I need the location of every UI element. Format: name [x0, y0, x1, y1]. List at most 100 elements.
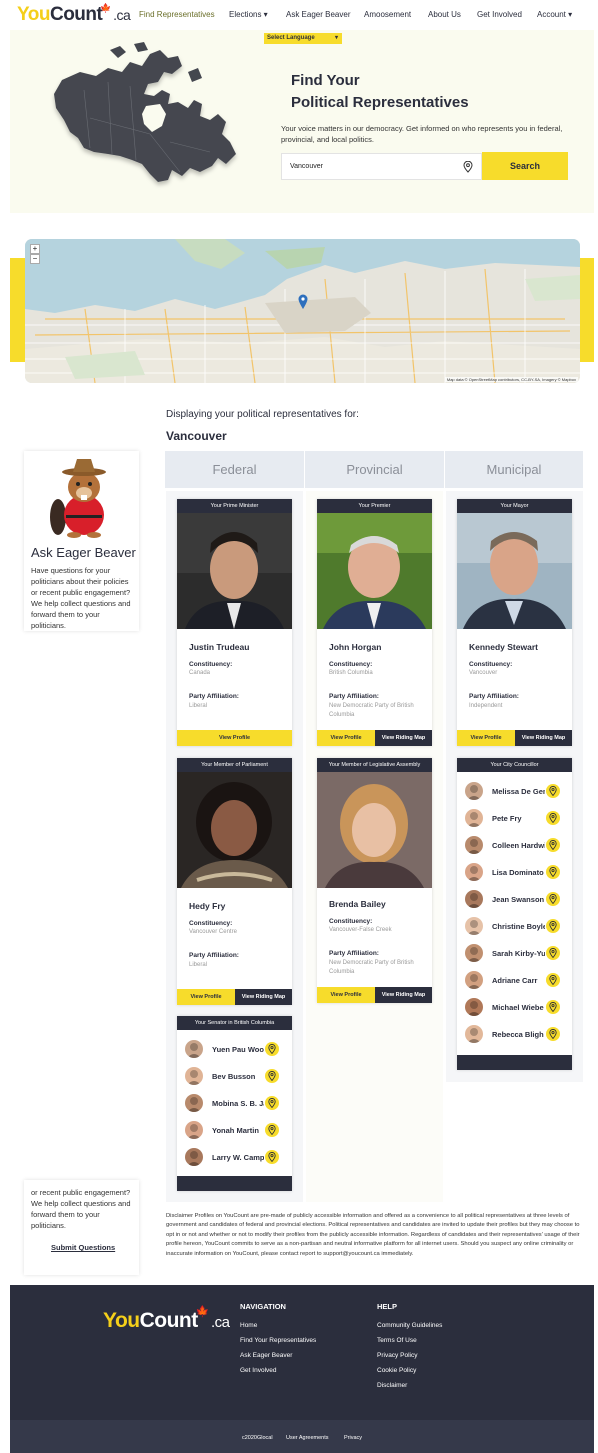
nav-get-involved[interactable]: Get Involved	[477, 10, 522, 19]
list-item[interactable]: Bev Busson	[177, 1063, 292, 1090]
avatar	[185, 1067, 203, 1085]
rep-name[interactable]: Rebecca Bligh	[492, 1030, 545, 1039]
list-item[interactable]: Michael Wiebe	[457, 994, 572, 1021]
location-pin-icon[interactable]	[546, 1027, 560, 1041]
footer-link-privacy-policy[interactable]: Privacy Policy	[377, 1352, 417, 1359]
rep-name[interactable]: Kennedy Stewart	[469, 642, 538, 652]
list-item[interactable]: Rebecca Bligh	[457, 1021, 572, 1048]
rep-photo[interactable]	[317, 772, 432, 888]
list-item[interactable]: Colleen Hardwick	[457, 832, 572, 859]
rep-name[interactable]: Hedy Fry	[189, 901, 225, 911]
rep-name[interactable]: Sarah Kirby-Yung	[492, 949, 545, 958]
footer-link-get-involved[interactable]: Get Involved	[240, 1367, 277, 1374]
footer-link-user-agreements[interactable]: User Agreements	[286, 1435, 329, 1441]
search-input[interactable]: Vancouver	[281, 153, 482, 180]
location-pin-icon[interactable]	[265, 1096, 279, 1110]
view-riding-map-button[interactable]: View Riding Map	[375, 987, 432, 1003]
footer-link-find-representatives[interactable]: Find Your Representatives	[240, 1337, 316, 1344]
location-pin-icon[interactable]	[463, 161, 473, 173]
list-item[interactable]: Christine Boyle	[457, 913, 572, 940]
rep-name[interactable]: Pete Fry	[492, 814, 545, 823]
rep-name[interactable]: Yonah Martin	[212, 1126, 264, 1135]
location-pin-icon[interactable]	[546, 973, 560, 987]
location-pin-icon[interactable]	[265, 1069, 279, 1083]
view-profile-button[interactable]: View Profile	[177, 730, 292, 746]
rep-name[interactable]: John Horgan	[329, 642, 381, 652]
language-select-label: Select Language	[267, 35, 315, 41]
submit-questions-link[interactable]: Submit Questions	[51, 1243, 115, 1252]
nav-about-us[interactable]: About Us	[428, 10, 461, 19]
map-zoom-in-button[interactable]: +	[30, 244, 40, 254]
footer-link-disclaimer[interactable]: Disclaimer	[377, 1382, 407, 1389]
rep-name[interactable]: Justin Trudeau	[189, 642, 249, 652]
rep-photo[interactable]	[317, 513, 432, 629]
nav-find-representatives[interactable]: Find Representatives	[139, 10, 215, 19]
footer-link-cookie-policy[interactable]: Cookie Policy	[377, 1367, 416, 1374]
rep-name[interactable]: Mobina S. B. Jaffer	[212, 1099, 264, 1108]
rep-photo[interactable]	[177, 513, 292, 629]
rep-name[interactable]: Brenda Bailey	[329, 899, 386, 909]
rep-name[interactable]: Colleen Hardwick	[492, 841, 545, 850]
location-pin-icon[interactable]	[546, 892, 560, 906]
rep-name[interactable]: Adriane Carr	[492, 976, 545, 985]
site-logo[interactable]: YouCount🍁 .ca	[17, 3, 131, 26]
rep-name[interactable]: Melissa De Genova	[492, 787, 545, 796]
view-profile-button[interactable]: View Profile	[317, 730, 375, 746]
rep-name[interactable]: Bev Busson	[212, 1072, 264, 1081]
footer-link-home[interactable]: Home	[240, 1322, 257, 1329]
location-pin-icon[interactable]	[546, 946, 560, 960]
list-item[interactable]: Yonah Martin	[177, 1117, 292, 1144]
avatar	[465, 809, 483, 827]
list-item[interactable]: Melissa De Genova	[457, 778, 572, 805]
rep-photo[interactable]	[177, 772, 292, 888]
rep-name[interactable]: Lisa Dominato	[492, 868, 545, 877]
list-item[interactable]: Adriane Carr	[457, 967, 572, 994]
location-pin-icon[interactable]	[546, 865, 560, 879]
list-item[interactable]: Pete Fry	[457, 805, 572, 832]
rep-name[interactable]: Christine Boyle	[492, 922, 545, 931]
view-profile-button[interactable]: View Profile	[317, 987, 375, 1003]
view-profile-button[interactable]: View Profile	[457, 730, 515, 746]
footer-link-ask-eager-beaver[interactable]: Ask Eager Beaver	[240, 1352, 292, 1359]
location-pin-icon[interactable]	[546, 811, 560, 825]
location-pin-icon[interactable]	[546, 1000, 560, 1014]
list-item[interactable]: Sarah Kirby-Yung	[457, 940, 572, 967]
list-item[interactable]: Mobina S. B. Jaffer	[177, 1090, 292, 1117]
nav-ask-eager-beaver[interactable]: Ask Eager Beaver	[286, 10, 350, 19]
location-pin-icon[interactable]	[265, 1042, 279, 1056]
location-pin-icon[interactable]	[265, 1150, 279, 1164]
map-view[interactable]: Map data © OpenStreetMap contributors, C…	[25, 239, 580, 383]
location-pin-icon[interactable]	[546, 838, 560, 852]
list-item[interactable]: Lisa Dominato	[457, 859, 572, 886]
list-item[interactable]: Larry W. Campbell	[177, 1144, 292, 1171]
location-pin-icon[interactable]	[546, 784, 560, 798]
footer-link-community-guidelines[interactable]: Community Guidelines	[377, 1322, 442, 1329]
rep-name[interactable]: Michael Wiebe	[492, 1003, 545, 1012]
tab-municipal[interactable]: Municipal	[445, 451, 583, 488]
view-profile-button[interactable]: View Profile	[177, 989, 235, 1005]
language-select[interactable]: Select Language ▾	[264, 33, 342, 44]
rep-name[interactable]: Yuen Pau Woo	[212, 1045, 264, 1054]
location-pin-icon[interactable]	[546, 919, 560, 933]
rep-photo[interactable]	[457, 513, 572, 629]
list-item[interactable]: Jean Swanson	[457, 886, 572, 913]
tab-federal[interactable]: Federal	[165, 451, 304, 488]
nav-amoosement[interactable]: Amoosement	[364, 10, 411, 19]
view-riding-map-button[interactable]: View Riding Map	[235, 989, 292, 1005]
location-pin-icon[interactable]	[265, 1123, 279, 1137]
list-item[interactable]: Yuen Pau Woo	[177, 1036, 292, 1063]
footer-copyright: c2020Glocal	[242, 1435, 273, 1441]
search-button[interactable]: Search	[482, 152, 568, 180]
footer-logo[interactable]: YouCount🍁.ca	[103, 1306, 230, 1333]
map-zoom-out-button[interactable]: −	[30, 254, 40, 264]
nav-elections[interactable]: Elections ▾	[229, 10, 268, 19]
rep-name[interactable]: Larry W. Campbell	[212, 1153, 264, 1162]
footer-link-privacy[interactable]: Privacy	[344, 1435, 362, 1441]
view-riding-map-button[interactable]: View Riding Map	[515, 730, 572, 746]
tab-provincial[interactable]: Provincial	[305, 451, 444, 488]
view-riding-map-button[interactable]: View Riding Map	[375, 730, 432, 746]
nav-account[interactable]: Account ▾	[537, 10, 572, 19]
map-marker-icon[interactable]	[298, 294, 308, 310]
rep-name[interactable]: Jean Swanson	[492, 895, 545, 904]
footer-link-terms-of-use[interactable]: Terms Of Use	[377, 1337, 417, 1344]
